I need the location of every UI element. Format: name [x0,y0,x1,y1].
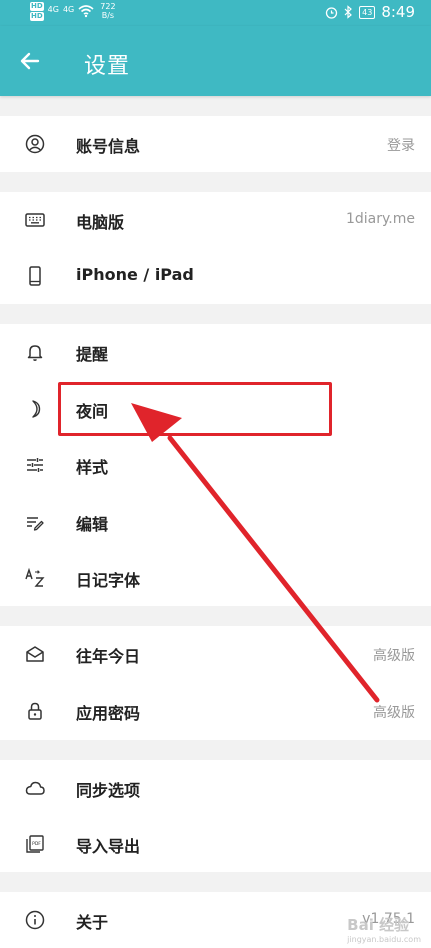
annotation-arrow [131,403,380,703]
watermark: Bai 经验 jingyan.baidu.com [347,916,421,944]
